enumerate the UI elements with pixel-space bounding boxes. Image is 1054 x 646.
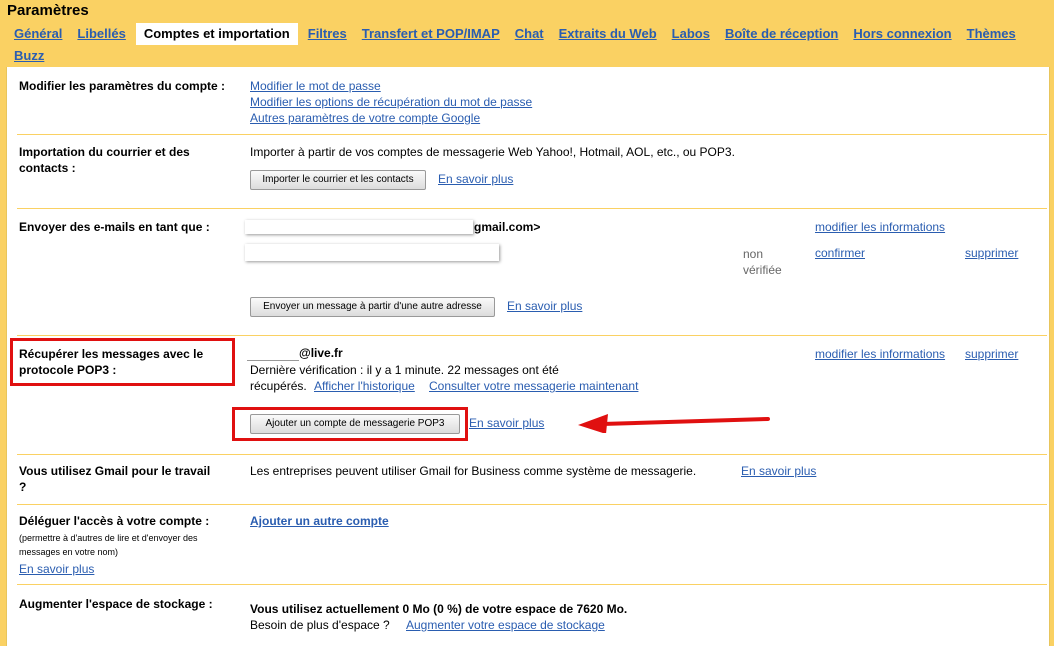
page-title: Paramètres (7, 2, 89, 19)
section-divider (17, 134, 1047, 135)
account-settings-label: Modifier les paramètres du compte : (19, 79, 226, 93)
work-label: Vous utilisez Gmail pour le travail ? (19, 464, 211, 494)
status-unverified-2: vérifiée (743, 263, 782, 277)
pop3-delete-link[interactable]: supprimer (965, 347, 1018, 361)
redacted-address-2 (245, 244, 499, 261)
tab-chat[interactable]: Chat (510, 23, 549, 45)
view-history-link[interactable]: Afficher l'historique (314, 379, 415, 393)
tab-buzz[interactable]: Buzz (9, 45, 49, 67)
pop3-retrieved: récupérés. (250, 379, 307, 393)
google-account-settings-link[interactable]: Autres paramètres de votre compte Google (250, 111, 480, 125)
tab-offline[interactable]: Hors connexion (848, 23, 956, 45)
work-learn-more-link[interactable]: En savoir plus (741, 464, 816, 478)
settings-tabs: Général Libellés Comptes et importation Fil… (9, 23, 1049, 67)
redacted-pop3-account (247, 347, 299, 361)
tab-labs[interactable]: Labos (667, 23, 715, 45)
delete-link-2[interactable]: supprimer (965, 246, 1018, 260)
section-divider (17, 208, 1047, 209)
send-as-learn-more-link[interactable]: En savoir plus (507, 299, 582, 313)
send-from-other-address-button[interactable]: Envoyer un message à partir d'une autre … (250, 297, 495, 317)
tab-web-clips[interactable]: Extraits du Web (554, 23, 662, 45)
pop3-account: @live.fr (299, 346, 343, 360)
section-divider (17, 504, 1047, 505)
tab-general[interactable]: Général (9, 23, 67, 45)
tab-themes[interactable]: Thèmes (962, 23, 1021, 45)
redacted-address-1 (245, 220, 473, 234)
confirm-link[interactable]: confirmer (815, 246, 865, 260)
status-unverified: non (743, 247, 764, 261)
send-as-address-1: gmail.com> (474, 220, 541, 234)
tab-accounts-import[interactable]: Comptes et importation (135, 23, 298, 45)
pop3-last-check: Dernière vérification : il y a 1 minute.… (250, 363, 559, 377)
section-divider (17, 584, 1047, 585)
storage-need-more: Besoin de plus d'espace ? (250, 618, 390, 632)
settings-panel: Modifier les paramètres du compte : Modi… (6, 67, 1050, 646)
storage-usage: Vous utilisez actuellement 0 Mo (0 %) de… (250, 602, 628, 616)
check-mail-now-link[interactable]: Consulter votre messagerie maintenant (429, 379, 638, 393)
work-description: Les entreprises peuvent utiliser Gmail f… (250, 464, 697, 478)
section-divider (17, 454, 1047, 455)
import-description: Importer à partir de vos comptes de mess… (250, 145, 735, 159)
pop3-learn-more-link[interactable]: En savoir plus (469, 416, 544, 430)
increase-storage-link[interactable]: Augmenter votre espace de stockage (406, 618, 605, 632)
tab-inbox[interactable]: Boîte de réception (720, 23, 843, 45)
send-as-label: Envoyer des e-mails en tant que : (19, 220, 210, 234)
annotation-arrow-icon (578, 414, 770, 433)
add-another-account-link[interactable]: Ajouter un autre compte (250, 514, 389, 528)
import-mail-contacts-button[interactable]: Importer le courrier et les contacts (250, 170, 426, 190)
delegate-learn-more-link[interactable]: En savoir plus (19, 562, 94, 576)
edit-info-link-1[interactable]: modifier les informations (815, 220, 945, 234)
storage-label: Augmenter l'espace de stockage : (19, 597, 213, 611)
delegate-label: Déléguer l'accès à votre compte : (19, 514, 210, 528)
tab-labels[interactable]: Libellés (72, 23, 130, 45)
change-recovery-options-link[interactable]: Modifier les options de récupération du … (250, 95, 532, 109)
tab-filters[interactable]: Filtres (303, 23, 352, 45)
annotation-box-label (10, 338, 235, 386)
import-label: Importation du courrier et des contacts … (19, 145, 190, 175)
change-password-link[interactable]: Modifier le mot de passe (250, 79, 381, 93)
tab-forwarding-pop-imap[interactable]: Transfert et POP/IMAP (357, 23, 505, 45)
import-learn-more-link[interactable]: En savoir plus (438, 172, 513, 186)
pop3-edit-info-link[interactable]: modifier les informations (815, 347, 945, 361)
annotation-box-button (232, 407, 468, 441)
section-divider (17, 335, 1047, 336)
delegate-note: (permettre à d'autres de lire et d'envoy… (19, 533, 198, 557)
